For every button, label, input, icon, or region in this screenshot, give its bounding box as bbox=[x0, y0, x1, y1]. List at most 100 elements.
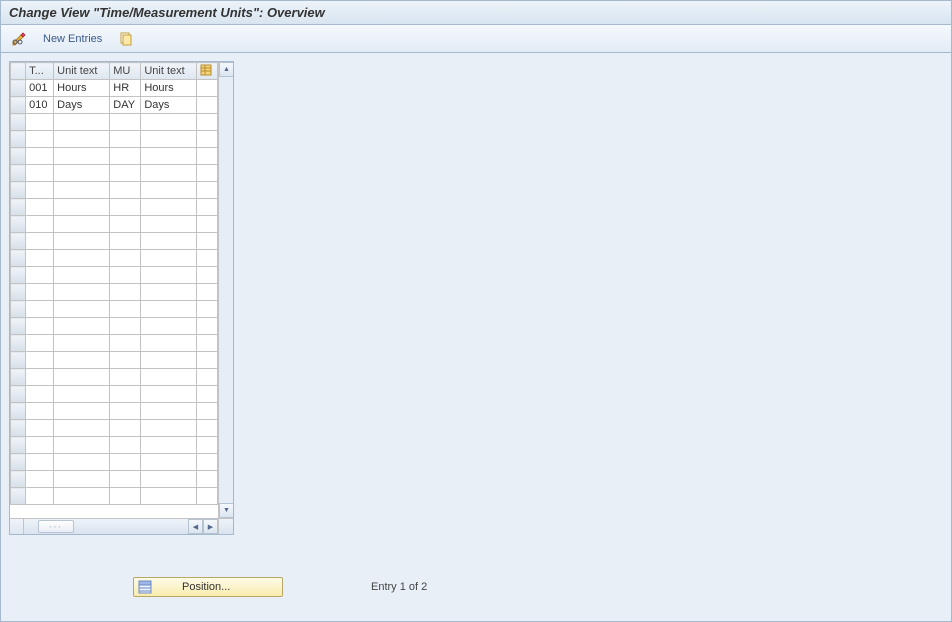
cell-mu[interactable] bbox=[110, 267, 141, 284]
row-selector[interactable] bbox=[11, 437, 26, 454]
vertical-scrollbar[interactable]: ▲ ▼ bbox=[218, 62, 233, 518]
cell-t[interactable] bbox=[26, 369, 54, 386]
cell-mu[interactable]: DAY bbox=[110, 97, 141, 114]
scroll-up-button[interactable]: ▲ bbox=[219, 62, 233, 77]
cell-mu[interactable] bbox=[110, 471, 141, 488]
cell-ut1[interactable] bbox=[54, 165, 110, 182]
cell-mu[interactable] bbox=[110, 250, 141, 267]
new-entries-button[interactable]: New Entries bbox=[39, 32, 106, 46]
table-row[interactable] bbox=[11, 420, 218, 437]
cell-ut2[interactable] bbox=[141, 335, 197, 352]
cell-t[interactable]: 010 bbox=[26, 97, 54, 114]
row-selector[interactable] bbox=[11, 488, 26, 505]
cell-mu[interactable] bbox=[110, 165, 141, 182]
table-row[interactable] bbox=[11, 437, 218, 454]
cell-t[interactable] bbox=[26, 267, 54, 284]
cell-ut2[interactable] bbox=[141, 250, 197, 267]
table-row[interactable] bbox=[11, 454, 218, 471]
cell-ut1[interactable] bbox=[54, 386, 110, 403]
row-selector[interactable] bbox=[11, 369, 26, 386]
column-header-t[interactable]: T... bbox=[26, 63, 54, 80]
cell-ut1[interactable] bbox=[54, 182, 110, 199]
cell-mu[interactable] bbox=[110, 182, 141, 199]
cell-ut2[interactable] bbox=[141, 267, 197, 284]
row-selector[interactable] bbox=[11, 386, 26, 403]
cell-mu[interactable] bbox=[110, 148, 141, 165]
column-config-button[interactable]: ∙∙∙ bbox=[38, 520, 74, 533]
cell-ut1[interactable] bbox=[54, 369, 110, 386]
cell-t[interactable] bbox=[26, 233, 54, 250]
cell-ut2[interactable] bbox=[141, 131, 197, 148]
cell-ut2[interactable] bbox=[141, 114, 197, 131]
table-config-button[interactable] bbox=[197, 63, 218, 80]
cell-t[interactable] bbox=[26, 488, 54, 505]
column-header-unit-text-2[interactable]: Unit text bbox=[141, 63, 197, 80]
row-selector[interactable] bbox=[11, 114, 26, 131]
scroll-right-button[interactable]: ▶ bbox=[203, 519, 218, 534]
table-row[interactable] bbox=[11, 267, 218, 284]
cell-mu[interactable] bbox=[110, 369, 141, 386]
row-selector[interactable] bbox=[11, 454, 26, 471]
cell-t[interactable] bbox=[26, 148, 54, 165]
cell-ut1[interactable] bbox=[54, 352, 110, 369]
cell-mu[interactable] bbox=[110, 437, 141, 454]
cell-t[interactable] bbox=[26, 454, 54, 471]
cell-ut1[interactable] bbox=[54, 437, 110, 454]
cell-ut2[interactable] bbox=[141, 199, 197, 216]
cell-t[interactable]: 001 bbox=[26, 80, 54, 97]
table-row[interactable] bbox=[11, 284, 218, 301]
cell-mu[interactable] bbox=[110, 216, 141, 233]
cell-t[interactable] bbox=[26, 420, 54, 437]
cell-ut2[interactable] bbox=[141, 216, 197, 233]
cell-mu[interactable] bbox=[110, 488, 141, 505]
row-selector[interactable] bbox=[11, 97, 26, 114]
row-selector[interactable] bbox=[11, 471, 26, 488]
cell-ut2[interactable] bbox=[141, 369, 197, 386]
cell-ut2[interactable] bbox=[141, 403, 197, 420]
cell-t[interactable] bbox=[26, 284, 54, 301]
cell-mu[interactable] bbox=[110, 352, 141, 369]
cell-ut1[interactable] bbox=[54, 114, 110, 131]
row-selector[interactable] bbox=[11, 335, 26, 352]
row-selector[interactable] bbox=[11, 148, 26, 165]
row-selector[interactable] bbox=[11, 165, 26, 182]
cell-ut2[interactable] bbox=[141, 301, 197, 318]
cell-ut2[interactable] bbox=[141, 437, 197, 454]
row-selector[interactable] bbox=[11, 403, 26, 420]
row-selector[interactable] bbox=[11, 216, 26, 233]
cell-ut1[interactable] bbox=[54, 301, 110, 318]
row-selector[interactable] bbox=[11, 284, 26, 301]
row-selector[interactable] bbox=[11, 233, 26, 250]
cell-ut1[interactable] bbox=[54, 216, 110, 233]
table-row[interactable] bbox=[11, 182, 218, 199]
cell-t[interactable] bbox=[26, 250, 54, 267]
row-selector[interactable] bbox=[11, 301, 26, 318]
cell-mu[interactable]: HR bbox=[110, 80, 141, 97]
cell-ut2[interactable]: Hours bbox=[141, 80, 197, 97]
table-row[interactable] bbox=[11, 148, 218, 165]
column-header-unit-text-1[interactable]: Unit text bbox=[54, 63, 110, 80]
cell-ut1[interactable] bbox=[54, 318, 110, 335]
cell-ut1[interactable] bbox=[54, 488, 110, 505]
cell-ut2[interactable] bbox=[141, 165, 197, 182]
table-row[interactable]: 001HoursHRHours bbox=[11, 80, 218, 97]
table-row[interactable] bbox=[11, 250, 218, 267]
table-row[interactable] bbox=[11, 301, 218, 318]
table-row[interactable] bbox=[11, 335, 218, 352]
cell-t[interactable] bbox=[26, 386, 54, 403]
cell-mu[interactable] bbox=[110, 403, 141, 420]
cell-mu[interactable] bbox=[110, 335, 141, 352]
cell-ut1[interactable] bbox=[54, 148, 110, 165]
cell-ut1[interactable] bbox=[54, 233, 110, 250]
cell-t[interactable] bbox=[26, 216, 54, 233]
cell-ut1[interactable] bbox=[54, 471, 110, 488]
toggle-display-change-button[interactable] bbox=[7, 30, 31, 48]
table-row[interactable] bbox=[11, 114, 218, 131]
cell-mu[interactable] bbox=[110, 131, 141, 148]
table-row[interactable] bbox=[11, 369, 218, 386]
cell-mu[interactable] bbox=[110, 233, 141, 250]
table-row[interactable] bbox=[11, 488, 218, 505]
horizontal-scrollbar[interactable]: ∙∙∙ ◀ ▶ bbox=[10, 518, 218, 534]
cell-mu[interactable] bbox=[110, 318, 141, 335]
table-row[interactable] bbox=[11, 403, 218, 420]
